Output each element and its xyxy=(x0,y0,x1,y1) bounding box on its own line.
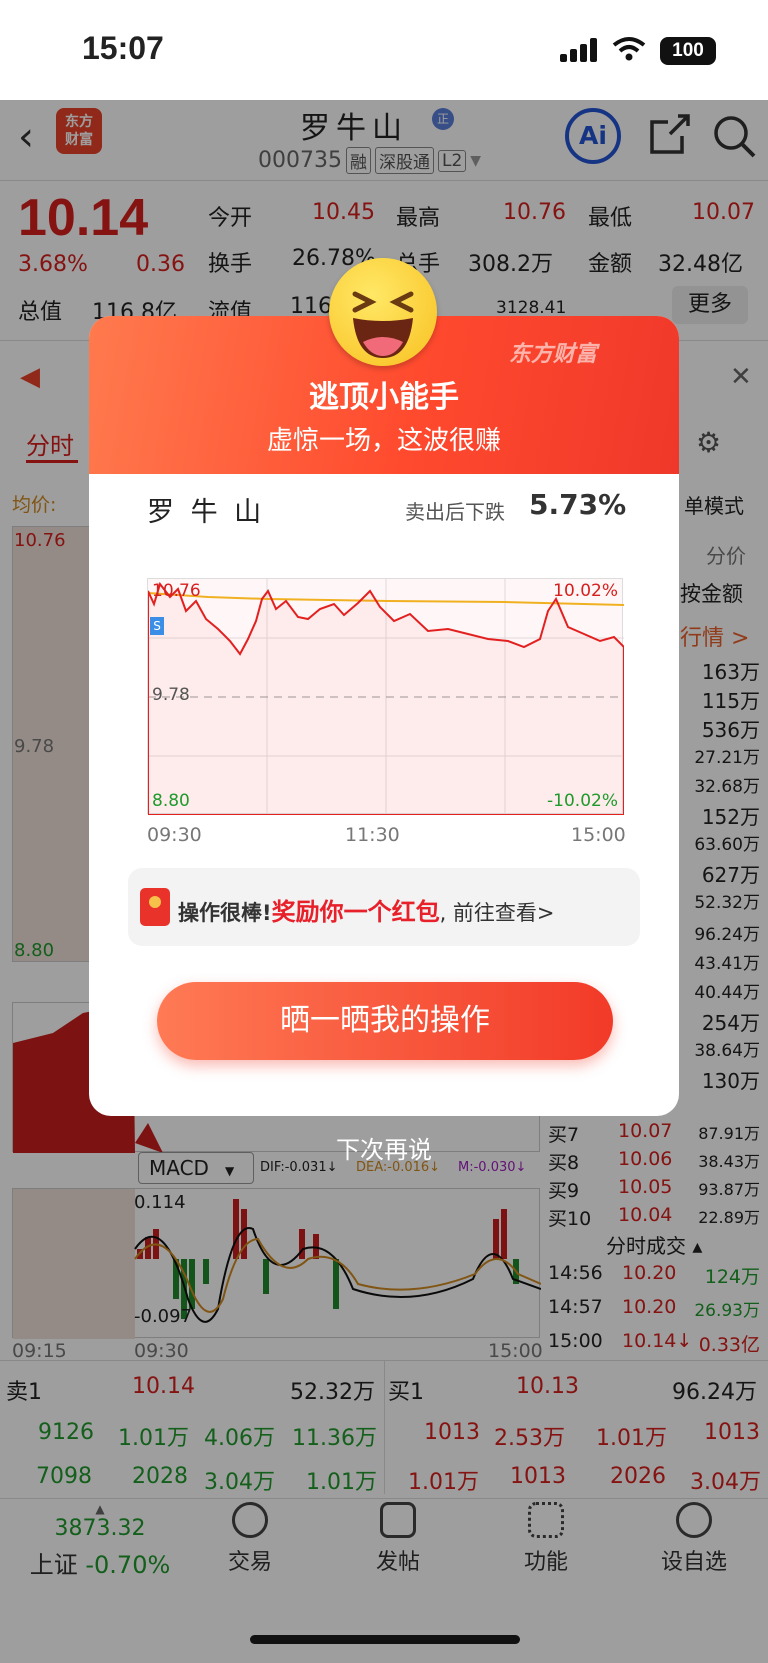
dismiss-later-link[interactable]: 下次再说 xyxy=(0,1130,768,1165)
laughing-emoji-icon xyxy=(329,258,437,366)
sell-marker-icon: S xyxy=(150,617,164,635)
status-bar: 15:07 100 xyxy=(0,0,768,100)
popup-watermark: 东方财富 xyxy=(509,342,598,367)
reward-text-c: , 前往查看> xyxy=(439,901,555,925)
reward-text-a: 操作很棒! xyxy=(178,901,272,925)
wifi-icon xyxy=(612,36,646,66)
popup-time-mid: 11:30 xyxy=(345,824,400,846)
popup-stock-name: 罗 牛 山 xyxy=(147,497,266,528)
popup-subtitle: 虚惊一场，这波很赚 xyxy=(266,426,501,456)
popup-chart-mid: 9.78 xyxy=(152,685,190,705)
fall-value: 5.73% xyxy=(529,488,627,521)
battery-icon: 100 xyxy=(660,37,716,65)
popup-time-end: 15:00 xyxy=(571,824,626,846)
signal-icon xyxy=(560,38,600,62)
popup-title: 逃顶小能手 xyxy=(309,380,459,415)
popup-chart-top-right: 10.02% xyxy=(553,581,618,601)
popup-chart: 10.76 10.02% 9.78 8.80 -10.02% S xyxy=(147,578,624,815)
fall-label: 卖出后下跌 xyxy=(405,500,505,524)
home-indicator[interactable] xyxy=(250,1635,520,1644)
popup-chart-top-left: 10.76 xyxy=(152,581,201,601)
red-envelope-icon xyxy=(140,888,170,926)
reward-text-b: 奖励你一个红包 xyxy=(271,898,440,926)
popup-chart-bottom-left: 8.80 xyxy=(152,791,190,811)
popup-chart-bottom-right: -10.02% xyxy=(547,791,618,811)
popup-time-start: 09:30 xyxy=(147,824,202,846)
clock: 15:07 xyxy=(82,30,164,66)
reward-banner[interactable]: 操作很棒!奖励你一个红包, 前往查看> xyxy=(128,868,640,946)
share-operation-button[interactable]: 晒一晒我的操作 xyxy=(157,982,613,1060)
achievement-popup: 东方财富 逃顶小能手 虚惊一场，这波很赚 罗 牛 山 卖出后下跌 5.73% 1… xyxy=(89,316,679,1116)
